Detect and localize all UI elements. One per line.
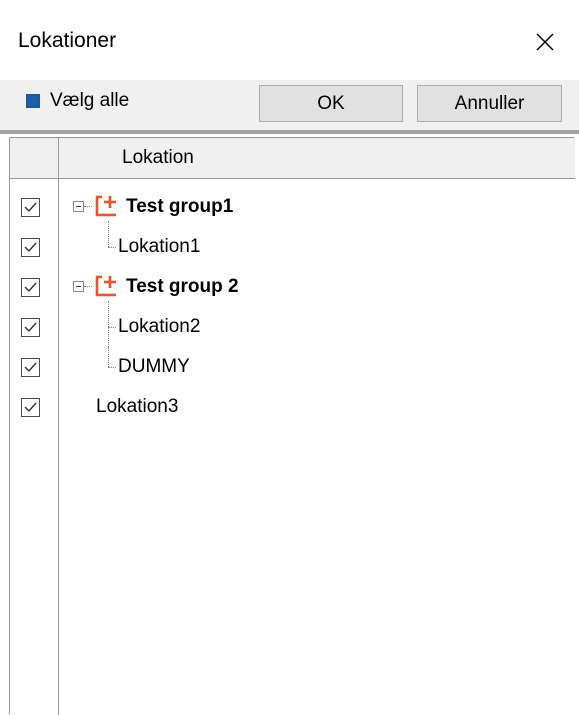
checkbox-checked-icon bbox=[24, 362, 37, 373]
title-bar: Lokationer bbox=[0, 0, 579, 80]
tree-row-child[interactable]: Lokation1 bbox=[10, 221, 575, 267]
row-checkbox[interactable] bbox=[21, 278, 40, 297]
tree-connector bbox=[108, 301, 109, 347]
checkbox-checked-icon bbox=[24, 402, 37, 413]
tree-connector bbox=[108, 221, 109, 247]
tree-row-child[interactable]: DUMMY bbox=[10, 347, 575, 387]
group-add-icon bbox=[95, 275, 116, 297]
tree-connector bbox=[108, 347, 109, 367]
collapse-icon[interactable] bbox=[73, 201, 84, 212]
tree-connector bbox=[108, 367, 116, 368]
select-all-box[interactable] bbox=[26, 94, 40, 108]
tree-row-group[interactable]: Test group 2 bbox=[10, 267, 575, 307]
row-checkbox[interactable] bbox=[21, 398, 40, 417]
row-checkbox[interactable] bbox=[21, 318, 40, 337]
tree-row-child[interactable]: Lokation2 bbox=[10, 301, 575, 347]
checkbox-checked-icon bbox=[24, 322, 37, 333]
collapse-icon[interactable] bbox=[73, 281, 84, 292]
locations-dialog: Lokationer Vælg alle OK Annuller Lokatio… bbox=[0, 0, 579, 715]
tree-connector bbox=[108, 247, 116, 248]
tree-item-label[interactable]: DUMMY bbox=[118, 356, 190, 378]
tree-connector bbox=[84, 286, 92, 287]
group-add-icon bbox=[95, 195, 116, 217]
close-icon bbox=[536, 33, 554, 51]
toolbar-separator bbox=[0, 130, 579, 134]
tree-row-root[interactable]: Lokation3 bbox=[10, 387, 575, 427]
tree-item-label[interactable]: Lokation1 bbox=[118, 236, 200, 258]
row-checkbox[interactable] bbox=[21, 198, 40, 217]
row-checkbox[interactable] bbox=[21, 358, 40, 377]
tree-item-label[interactable]: Lokation2 bbox=[118, 316, 200, 338]
ok-button[interactable]: OK bbox=[259, 85, 403, 122]
tree-connector bbox=[108, 327, 116, 328]
checkbox-checked-icon bbox=[24, 202, 37, 213]
tree-row-group[interactable]: Test group1 bbox=[10, 187, 575, 227]
checkbox-checked-icon bbox=[24, 282, 37, 293]
select-all-checkbox[interactable]: Vælg alle bbox=[26, 90, 129, 112]
close-button[interactable] bbox=[525, 22, 565, 62]
row-checkbox[interactable] bbox=[21, 238, 40, 257]
tree-item-label[interactable]: Lokation3 bbox=[96, 396, 178, 418]
grid-header: Lokation bbox=[10, 138, 575, 179]
select-all-label: Vælg alle bbox=[50, 90, 130, 111]
tree-connector bbox=[84, 206, 92, 207]
tree-item-label[interactable]: Test group1 bbox=[126, 196, 233, 218]
locations-tree-grid[interactable]: Lokation Test group1 Lokation1 Test grou… bbox=[9, 137, 575, 715]
column-header-location[interactable]: Lokation bbox=[122, 147, 194, 169]
tree-item-label[interactable]: Test group 2 bbox=[126, 276, 239, 298]
checkbox-checked-icon bbox=[24, 242, 37, 253]
cancel-button[interactable]: Annuller bbox=[417, 85, 562, 122]
dialog-title: Lokationer bbox=[18, 29, 117, 52]
